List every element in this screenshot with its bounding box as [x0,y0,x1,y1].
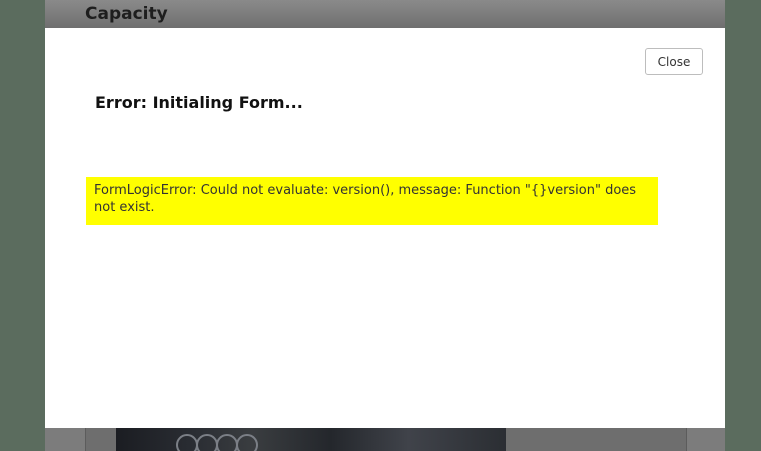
photo-detail [196,434,218,451]
error-message: FormLogicError: Could not evaluate: vers… [86,177,658,225]
photo-detail [236,434,258,451]
error-dialog: Close Error: Initialing Form... FormLogi… [45,28,725,428]
photo-detail [176,434,198,451]
close-button[interactable]: Close [645,48,703,75]
background-page-header: Capacity [45,0,725,28]
background-photo [116,428,506,451]
dialog-title: Error: Initialing Form... [95,93,303,112]
photo-detail [216,434,238,451]
background-page-title: Capacity [85,4,168,24]
